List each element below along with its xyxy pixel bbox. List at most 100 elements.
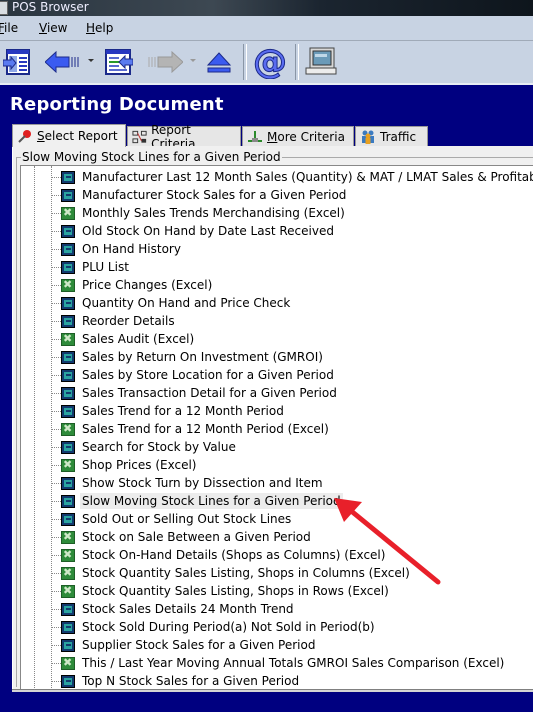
tree-branch-line (51, 464, 61, 466)
tab-traffic[interactable]: Traffic (355, 126, 428, 146)
report-icon (61, 620, 75, 634)
tree-branch-line (51, 356, 61, 358)
report-tree-item[interactable]: Top N Stock Sales for a Given Period (51, 672, 301, 690)
report-tree-item[interactable]: Sales Trend for a 12 Month Period (Excel… (51, 420, 331, 438)
tree-branch-line (51, 482, 61, 484)
menu-view-accel: V (39, 21, 47, 35)
report-tree-item-label: Sales Trend for a 12 Month Period (Excel… (82, 422, 329, 436)
report-tree-item[interactable]: Stock Quantity Sales Listing, Shops in R… (51, 582, 391, 600)
tree-branch-line (51, 284, 61, 286)
report-tree-item[interactable]: Manufacturer Stock Sales for a Given Per… (51, 186, 348, 204)
tree-branch-line (51, 554, 61, 556)
menu-file[interactable]: File (0, 21, 18, 35)
menu-help[interactable]: Help (86, 21, 113, 35)
report-tree-item-label: Sales Transaction Detail for a Given Per… (82, 386, 337, 400)
report-icon (61, 224, 75, 238)
report-tree-item-label: Slow Moving Stock Lines for a Given Peri… (80, 493, 343, 509)
report-tree-item-label: Manufacturer Last 12 Month Sales (Quanti… (82, 170, 533, 184)
eject-button[interactable] (204, 45, 234, 79)
tab-report-criteria[interactable]: Report Criteria (127, 122, 241, 151)
network-node-icon (248, 130, 262, 142)
tree-branch-line (51, 428, 61, 430)
report-tree-item[interactable]: Reorder Details (51, 312, 177, 330)
report-tree-item[interactable]: Supplier Stock Sales for a Given Period (51, 636, 317, 654)
report-tree-item[interactable]: Show Stock Turn by Dissection and Item (51, 474, 325, 492)
menu-bar: File View Help (0, 16, 533, 41)
report-tree-item[interactable]: PLU List (51, 258, 131, 276)
report-icon (61, 260, 75, 274)
report-tree-item[interactable]: On Hand History (51, 240, 183, 258)
tree-branch-line (51, 644, 61, 646)
report-tree-item-label: Sales Audit (Excel) (82, 332, 195, 346)
report-tree-item[interactable]: Sales Audit (Excel) (51, 330, 196, 348)
report-tree-item[interactable]: Sales by Store Location for a Given Peri… (51, 366, 336, 384)
toolbar: @ (0, 41, 533, 85)
report-tree-item[interactable]: Slow Moving Stock Lines for a Given Peri… (51, 492, 343, 510)
report-tree-item-label: Reorder Details (82, 314, 175, 328)
report-tree-item[interactable]: Shop Prices (Excel) (51, 456, 199, 474)
window-title: POS Browser (12, 0, 89, 14)
tab-more-criteria[interactable]: More Criteria (242, 126, 354, 146)
report-icon (61, 602, 75, 616)
import-button[interactable] (104, 45, 134, 79)
report-icon (61, 314, 75, 328)
open-report-icon (3, 49, 30, 75)
report-tree-item[interactable]: Manufacturer Last 12 Month Sales (Quanti… (51, 168, 533, 186)
report-tree-item-label: Top N Stock Sales for a Given Period (82, 674, 300, 688)
excel-report-icon (61, 458, 75, 472)
report-icon (61, 476, 75, 490)
report-tree[interactable]: Manufacturer Last 12 Month Sales (Quanti… (20, 165, 533, 690)
tree-branch-line (51, 302, 61, 304)
forward-button[interactable] (146, 45, 184, 79)
report-tree-item-label: Stock on Sale Between a Given Period (82, 530, 311, 544)
report-tree-item-label: Shop Prices (Excel) (82, 458, 197, 472)
report-tree-item-label: Stock Quantity Sales Listing, Shops in R… (82, 584, 389, 598)
report-tree-item[interactable]: Monthly Sales Trends Merchandising (Exce… (51, 204, 347, 222)
tab-label-pre: Report (151, 122, 191, 137)
tree-branch-line (51, 590, 61, 592)
panel-bottom-edge (12, 689, 533, 692)
report-tree-item-label: Stock Sales Details 24 Month Trend (82, 602, 294, 616)
report-tree-item[interactable]: Sales Trend for a 12 Month Period (51, 402, 286, 420)
back-dropdown-arrow[interactable] (88, 59, 94, 62)
group-box-title: Slow Moving Stock Lines for a Given Peri… (21, 150, 282, 164)
report-tree-item[interactable]: Stock Sales Details 24 Month Trend (51, 600, 296, 618)
tab-accel: M (267, 129, 278, 144)
tree-branch-line (51, 626, 61, 628)
tab-accel: S (37, 129, 45, 143)
forward-dropdown-arrow[interactable] (190, 59, 196, 62)
report-tree-item-label: Old Stock On Hand by Date Last Received (82, 224, 334, 238)
report-tree-item[interactable]: Old Stock On Hand by Date Last Received (51, 222, 336, 240)
tree-branch-line (51, 194, 61, 196)
report-tree-item[interactable]: Stock on Sale Between a Given Period (51, 528, 313, 546)
report-tree-item[interactable]: Sold Out or Selling Out Stock Lines (51, 510, 293, 528)
report-tree-item[interactable]: Sales by Return On Investment (GMROI) (51, 348, 325, 366)
report-tree-item[interactable]: Price Changes (Excel) (51, 276, 214, 294)
network-icon (132, 130, 147, 143)
tab-label-rest: ore Criteria (277, 129, 345, 144)
excel-report-icon (61, 584, 75, 598)
pushpin-icon (18, 130, 31, 143)
menu-file-label: ile (4, 21, 19, 35)
report-tree-item[interactable]: Sales Transaction Detail for a Given Per… (51, 384, 339, 402)
report-tree-item[interactable]: Stock Sold During Period(a) Not Sold in … (51, 618, 377, 636)
tree-branch-line (51, 500, 61, 502)
report-tree-item-label: Sold Out or Selling Out Stock Lines (82, 512, 292, 526)
email-button[interactable]: @ (252, 45, 288, 79)
report-tree-item[interactable]: This / Last Year Moving Annual Totals GM… (51, 654, 506, 672)
menu-help-label: elp (95, 21, 114, 35)
tree-branch-line (51, 176, 61, 178)
toolbar-separator (243, 44, 247, 80)
report-icon (61, 296, 75, 310)
report-tree-item[interactable]: Search for Stock by Value (51, 438, 238, 456)
report-tree-item[interactable]: Stock Quantity Sales Listing, Shops in C… (51, 564, 412, 582)
report-tree-item[interactable]: Quantity On Hand and Price Check (51, 294, 292, 312)
report-tree-item[interactable]: Stock On-Hand Details (Shops as Columns)… (51, 546, 387, 564)
tab-select-report[interactable]: Select Report (12, 124, 126, 147)
tree-branch-line (51, 212, 61, 214)
menu-view[interactable]: View (39, 21, 67, 35)
open-report-button[interactable] (2, 45, 32, 79)
computer-button[interactable] (304, 45, 338, 79)
back-button[interactable] (44, 45, 82, 79)
menu-help-accel: H (86, 21, 96, 35)
